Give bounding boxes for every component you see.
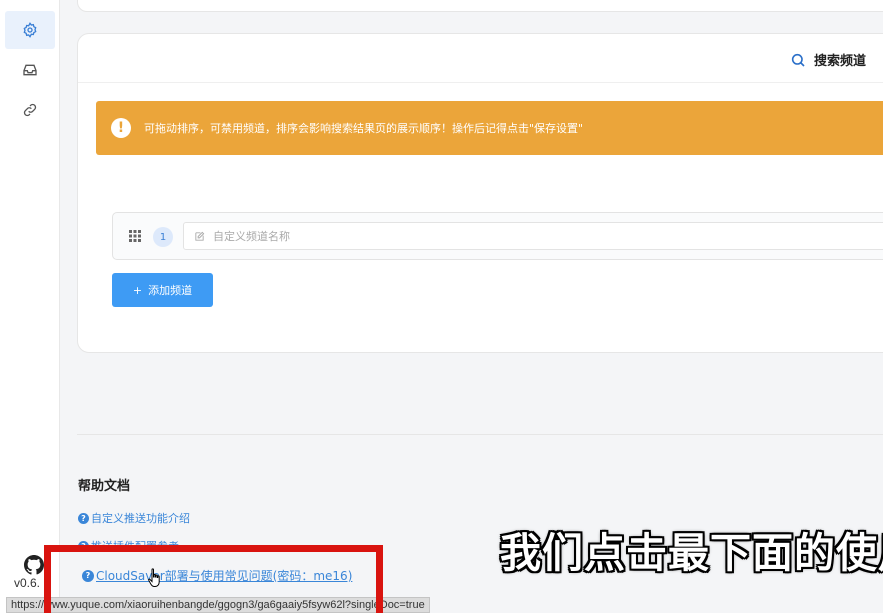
version-label: v0.6.: [14, 576, 41, 590]
warning-icon: !: [111, 118, 131, 138]
github-icon[interactable]: [24, 555, 44, 575]
plus-icon: +: [132, 283, 143, 297]
hand-cursor-icon: [148, 568, 160, 587]
sidebar-item-settings[interactable]: [5, 11, 55, 49]
add-channel-label: 添加频道: [148, 284, 193, 297]
edit-icon: [195, 231, 205, 241]
drag-handle-icon[interactable]: [129, 230, 141, 242]
section-divider: [77, 434, 883, 435]
card-header: 搜索频道: [790, 50, 866, 69]
highlight-box: [44, 545, 383, 613]
channel-name-placeholder: 自定义频道名称: [213, 230, 290, 243]
sidebar-item-inbox[interactable]: [5, 51, 55, 89]
help-link-custom-push[interactable]: ? 自定义推送功能介绍: [78, 510, 190, 526]
search-channel-card: 搜索频道 ! 可拖动排序，可禁用频道，排序会影响搜索结果页的展示顺序！操作后记得…: [77, 33, 883, 353]
divider: [78, 82, 883, 83]
alert-text: 可拖动排序，可禁用频道，排序会影响搜索结果页的展示顺序！操作后记得点击"保存设置…: [144, 122, 584, 135]
top-card: [77, 0, 883, 12]
question-icon: ?: [78, 512, 89, 524]
sidebar-item-link[interactable]: [5, 91, 55, 129]
gear-icon: [23, 22, 37, 38]
video-subtitle: 我们点击最下面的使用: [500, 529, 883, 577]
add-channel-button[interactable]: + 添加频道: [112, 273, 213, 307]
inbox-icon: [23, 64, 37, 76]
link-icon: [23, 103, 37, 117]
search-icon: [791, 53, 805, 67]
warning-alert: ! 可拖动排序，可禁用频道，排序会影响搜索结果页的展示顺序！操作后记得点击"保存…: [96, 101, 883, 155]
channel-index-badge: 1: [153, 227, 173, 247]
help-title: 帮助文档: [78, 479, 131, 494]
channel-name-input[interactable]: 自定义频道名称: [183, 222, 883, 250]
card-title: 搜索频道: [814, 54, 867, 69]
sidebar: v0.6.: [0, 0, 60, 613]
help-link-text: 自定义推送功能介绍: [91, 512, 190, 525]
channel-row: 1 自定义频道名称: [112, 212, 883, 260]
